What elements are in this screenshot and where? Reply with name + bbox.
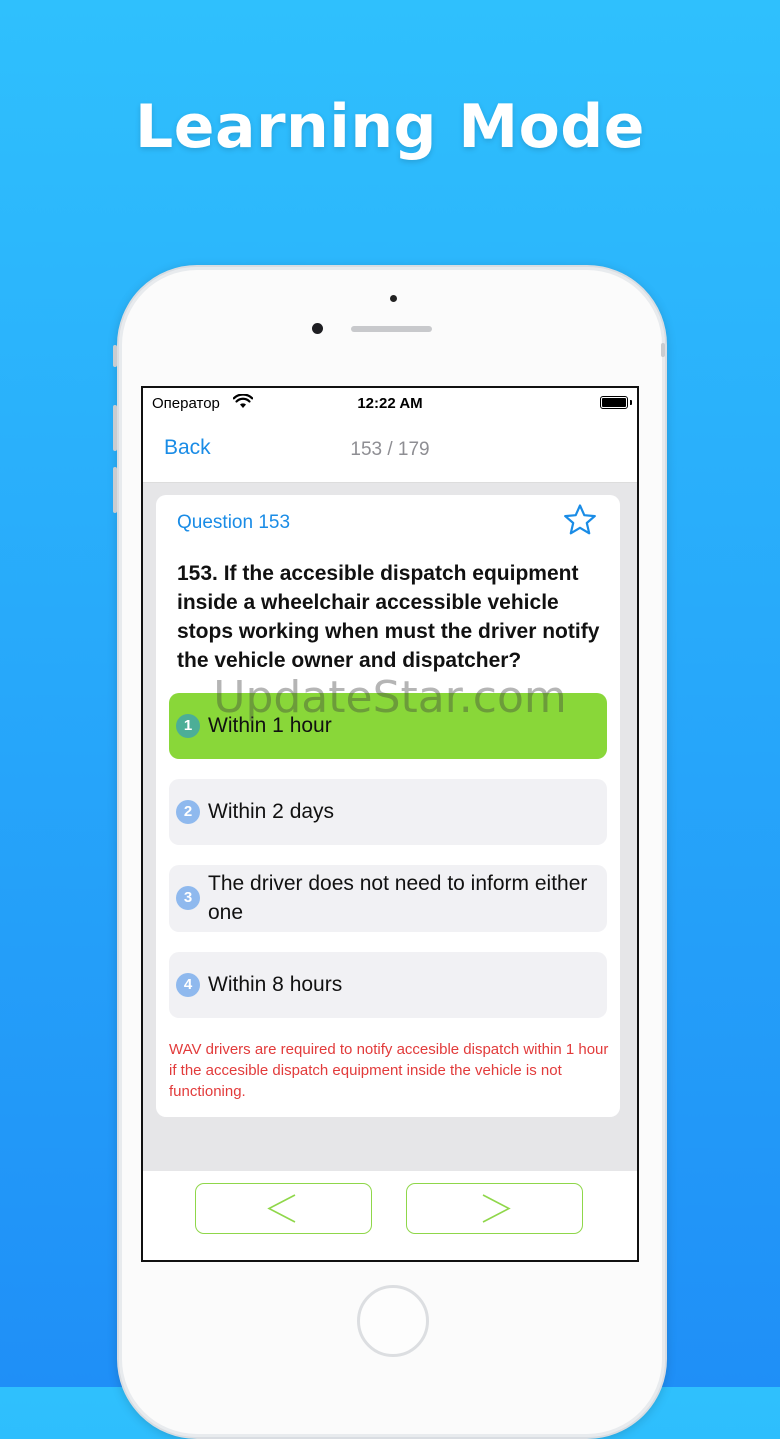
bottom-toolbar xyxy=(143,1171,637,1260)
front-camera xyxy=(312,323,323,334)
power-button xyxy=(661,343,665,357)
option-text: Within 1 hour xyxy=(208,714,332,737)
question-counter: 153 / 179 xyxy=(350,439,430,460)
option-number-badge: 2 xyxy=(176,800,200,824)
headline: Learning Mode xyxy=(135,92,645,162)
answer-option-2[interactable]: 2 Within 2 days xyxy=(169,779,607,845)
option-text: Within 8 hours xyxy=(208,973,343,996)
option-number-badge: 1 xyxy=(176,714,200,738)
clock: 12:22 AM xyxy=(357,395,423,412)
battery-icon xyxy=(600,396,628,409)
navigation-bar: Back 153 / 179 xyxy=(143,418,637,483)
volume-down-button xyxy=(113,467,117,513)
next-button[interactable] xyxy=(406,1183,583,1234)
battery-tip xyxy=(630,400,632,405)
volume-up-button xyxy=(113,405,117,451)
answer-option-3[interactable]: 3 The driver does not need to inform eit… xyxy=(169,865,607,932)
star-icon[interactable] xyxy=(563,503,597,537)
question-text: 153. If the accesible dispatch equipment… xyxy=(177,562,600,672)
option-text: The driver does not need to inform eithe… xyxy=(208,872,588,924)
proximity-sensor xyxy=(390,295,397,302)
explanation-text: WAV drivers are required to notify acces… xyxy=(169,1041,609,1100)
content-area: Question 153 153. If the accesible dispa… xyxy=(143,483,637,1171)
answer-option-4[interactable]: 4 Within 8 hours xyxy=(169,952,607,1018)
question-label: Question 153 xyxy=(177,512,291,533)
chevron-right-icon xyxy=(482,1194,511,1223)
question-card: Question 153 153. If the accesible dispa… xyxy=(156,495,620,1117)
home-button[interactable] xyxy=(357,1285,429,1357)
option-number-badge: 4 xyxy=(176,973,200,997)
earpiece-speaker xyxy=(351,326,432,332)
chevron-left-icon xyxy=(267,1194,296,1223)
status-bar: Оператор 12:22 AM xyxy=(143,388,637,418)
answer-option-1[interactable]: 1 Within 1 hour xyxy=(169,693,607,759)
app-screen: Оператор 12:22 AM Back 153 / 179 Questio… xyxy=(141,386,639,1262)
option-text: Within 2 days xyxy=(208,800,335,823)
previous-button[interactable] xyxy=(195,1183,372,1234)
option-number-badge: 3 xyxy=(176,886,200,910)
mute-switch xyxy=(113,345,117,367)
